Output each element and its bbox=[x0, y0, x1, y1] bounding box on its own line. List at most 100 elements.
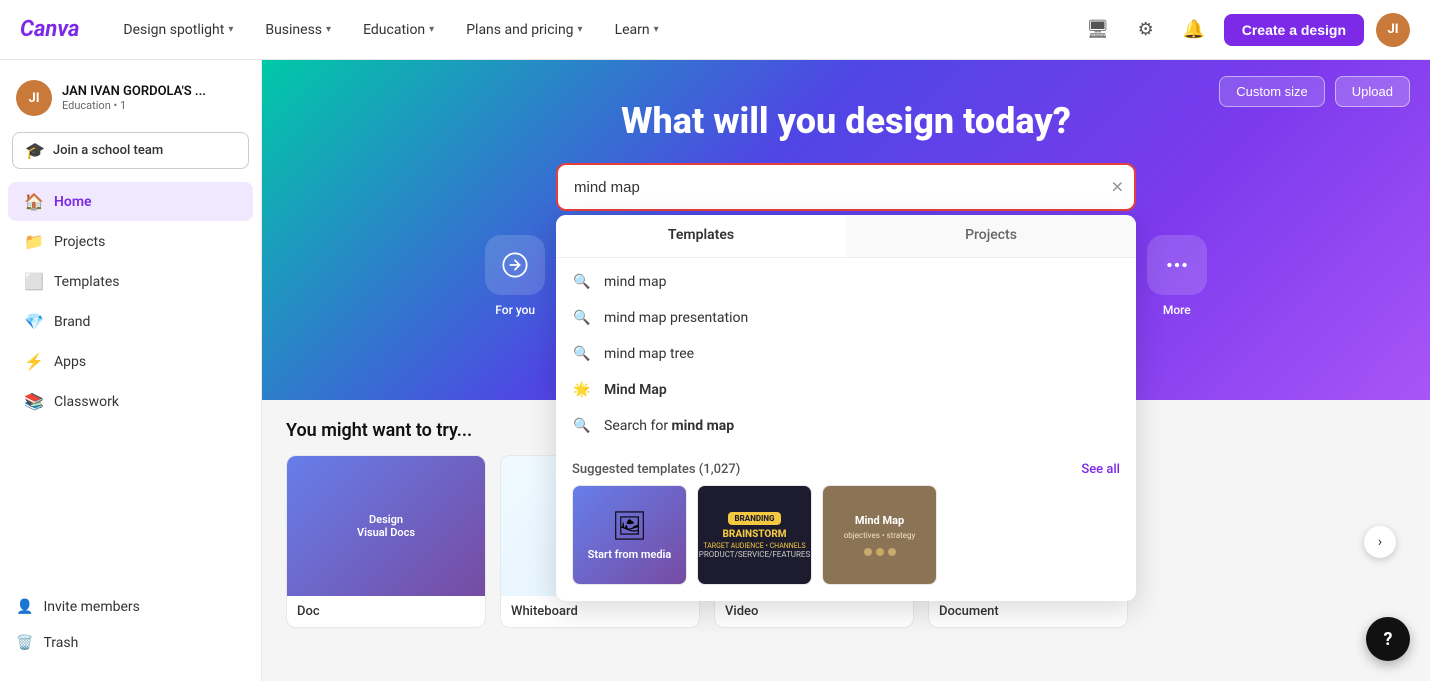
template-thumbnails: 🖼 Start from media BRANDING BRAINSTORM T… bbox=[556, 485, 1136, 601]
main-layout: JI JAN IVAN GORDOLA'S ... Education • 1 … bbox=[0, 60, 1430, 681]
suggestion-text: mind map bbox=[604, 274, 667, 290]
search-tabs: Templates Projects bbox=[556, 215, 1136, 258]
nav-plans-pricing[interactable]: Plans and pricing ▾ bbox=[452, 16, 596, 44]
sidebar-item-trash[interactable]: 🗑️ Trash bbox=[8, 625, 253, 661]
search-container: ✕ Templates Projects 🔍 mind map 🔍 bbox=[556, 163, 1136, 211]
hero-title: What will you design today? bbox=[621, 100, 1071, 143]
graduation-icon: 🎓 bbox=[25, 141, 45, 160]
chevron-down-icon: ▾ bbox=[326, 24, 331, 35]
sidebar-item-brand[interactable]: 💎 Brand bbox=[8, 302, 253, 341]
search-dropdown: Templates Projects 🔍 mind map 🔍 mind map… bbox=[556, 215, 1136, 601]
logo-text: Canva bbox=[20, 17, 79, 42]
quick-action-for-you[interactable]: For you bbox=[485, 235, 545, 317]
suggestion-mind-map-tree[interactable]: 🔍 mind map tree bbox=[556, 336, 1136, 372]
nav-learn[interactable]: Learn ▾ bbox=[601, 16, 673, 44]
tab-projects[interactable]: Projects bbox=[846, 215, 1136, 257]
suggested-templates-header: Suggested templates (1,027) See all bbox=[556, 450, 1136, 485]
more-label: More bbox=[1163, 303, 1191, 317]
more-icon bbox=[1147, 235, 1207, 295]
search-icon: 🔍 bbox=[572, 346, 592, 362]
book-icon: 📚 bbox=[24, 392, 44, 411]
content-area: Custom size Upload What will you design … bbox=[262, 60, 1430, 681]
sidebar-user-name: JAN IVAN GORDOLA'S ... bbox=[62, 84, 245, 99]
top-navigation: Canva Design spotlight ▾ Business ▾ Educ… bbox=[0, 0, 1430, 60]
bell-icon[interactable]: 🔔 bbox=[1176, 12, 1212, 48]
user-avatar[interactable]: JI bbox=[1376, 13, 1410, 47]
upload-button[interactable]: Upload bbox=[1335, 76, 1410, 107]
hero-top-right-actions: Custom size Upload bbox=[1219, 76, 1410, 107]
search-icon: 🔍 bbox=[572, 274, 592, 290]
doc-thumbnail: DesignVisual Docs bbox=[287, 456, 485, 596]
design-card-doc[interactable]: DesignVisual Docs Doc bbox=[286, 455, 486, 628]
for-you-label: For you bbox=[495, 303, 535, 317]
sidebar-bottom: 👤 Invite members 🗑️ Trash bbox=[0, 581, 261, 669]
help-button[interactable]: ? bbox=[1366, 617, 1410, 661]
search-icon: 🔍 bbox=[572, 418, 592, 434]
sidebar-item-label: Projects bbox=[54, 234, 105, 250]
join-school-team-label: Join a school team bbox=[53, 143, 163, 158]
suggestion-mind-map-app[interactable]: 🌟 Mind Map bbox=[556, 372, 1136, 408]
suggestion-search-for-mind-map[interactable]: 🔍 Search for mind map bbox=[556, 408, 1136, 444]
diamond-icon: 💎 bbox=[24, 312, 44, 331]
settings-icon[interactable]: ⚙ bbox=[1128, 12, 1164, 48]
sidebar-avatar[interactable]: JI bbox=[16, 80, 52, 116]
nav-right: 🖥 ⚙ 🔔 Create a design JI bbox=[1080, 12, 1410, 48]
folder-icon: 📁 bbox=[24, 232, 44, 251]
sidebar-user-section: JI JAN IVAN GORDOLA'S ... Education • 1 bbox=[0, 72, 261, 132]
for-you-icon bbox=[485, 235, 545, 295]
search-icon: 🔍 bbox=[572, 310, 592, 326]
chevron-down-icon: ▾ bbox=[578, 24, 583, 35]
hero-banner: Custom size Upload What will you design … bbox=[262, 60, 1430, 400]
join-school-team-button[interactable]: 🎓 Join a school team bbox=[12, 132, 249, 169]
cards-next-arrow[interactable]: › bbox=[1364, 526, 1396, 558]
chevron-down-icon: ▾ bbox=[228, 24, 233, 35]
sidebar-item-label: Brand bbox=[54, 314, 90, 330]
suggestion-text: mind map tree bbox=[604, 346, 694, 362]
home-icon: 🏠 bbox=[24, 192, 44, 211]
custom-size-button[interactable]: Custom size bbox=[1219, 76, 1325, 107]
app-icon: 🌟 bbox=[572, 382, 592, 398]
nav-business[interactable]: Business ▾ bbox=[251, 16, 345, 44]
trash-icon: 🗑️ bbox=[16, 635, 33, 651]
chevron-down-icon: ▾ bbox=[429, 24, 434, 35]
nav-education[interactable]: Education ▾ bbox=[349, 16, 448, 44]
template-thumb-brainstorm[interactable]: BRANDING BRAINSTORM TARGET AUDIENCE • CH… bbox=[697, 485, 812, 585]
sidebar-user-sub: Education • 1 bbox=[62, 99, 245, 112]
monitor-icon[interactable]: 🖥 bbox=[1080, 12, 1116, 48]
sidebar-nav: 🏠 Home 📁 Projects ⬜ Templates 💎 Brand ⚡ … bbox=[0, 181, 261, 581]
suggested-templates-label: Suggested templates (1,027) bbox=[572, 462, 740, 477]
template-icon: ⬜ bbox=[24, 272, 44, 291]
see-all-link[interactable]: See all bbox=[1081, 462, 1120, 477]
template-thumb-start-from-media[interactable]: 🖼 Start from media bbox=[572, 485, 687, 585]
chevron-down-icon: ▾ bbox=[654, 24, 659, 35]
suggestion-text: mind map presentation bbox=[604, 310, 748, 326]
sidebar-item-templates[interactable]: ⬜ Templates bbox=[8, 262, 253, 301]
apps-icon: ⚡ bbox=[24, 352, 44, 371]
search-input[interactable] bbox=[556, 163, 1136, 211]
sidebar-item-classwork[interactable]: 📚 Classwork bbox=[8, 382, 253, 421]
template-thumb-mind-map[interactable]: Mind Map objectives • strategy bbox=[822, 485, 937, 585]
sidebar-item-invite[interactable]: 👤 Invite members bbox=[8, 589, 253, 625]
suggestion-mind-map[interactable]: 🔍 mind map bbox=[556, 264, 1136, 300]
clear-search-icon[interactable]: ✕ bbox=[1111, 178, 1124, 197]
search-suggestions: 🔍 mind map 🔍 mind map presentation 🔍 min… bbox=[556, 258, 1136, 450]
sidebar-item-label: Apps bbox=[54, 354, 86, 370]
quick-action-more[interactable]: More bbox=[1147, 235, 1207, 317]
sidebar-item-home[interactable]: 🏠 Home bbox=[8, 182, 253, 221]
nav-design-spotlight[interactable]: Design spotlight ▾ bbox=[109, 16, 247, 44]
suggestion-mind-map-presentation[interactable]: 🔍 mind map presentation bbox=[556, 300, 1136, 336]
create-design-button[interactable]: Create a design bbox=[1224, 14, 1364, 46]
thumb-label: Start from media bbox=[588, 548, 672, 561]
invite-members-label: Invite members bbox=[43, 599, 139, 615]
logo[interactable]: Canva bbox=[20, 17, 79, 42]
doc-label: Doc bbox=[287, 596, 485, 627]
suggestion-text: Search for mind map bbox=[604, 418, 734, 434]
media-icon: 🖼 bbox=[612, 509, 648, 542]
sidebar-item-label: Home bbox=[54, 194, 92, 210]
sidebar-item-label: Classwork bbox=[54, 394, 119, 410]
mindmap-thumb-label: Mind Map bbox=[855, 514, 904, 527]
suggestion-text: Mind Map bbox=[604, 382, 667, 398]
sidebar-item-projects[interactable]: 📁 Projects bbox=[8, 222, 253, 261]
sidebar-item-apps[interactable]: ⚡ Apps bbox=[8, 342, 253, 381]
tab-templates[interactable]: Templates bbox=[556, 215, 846, 257]
